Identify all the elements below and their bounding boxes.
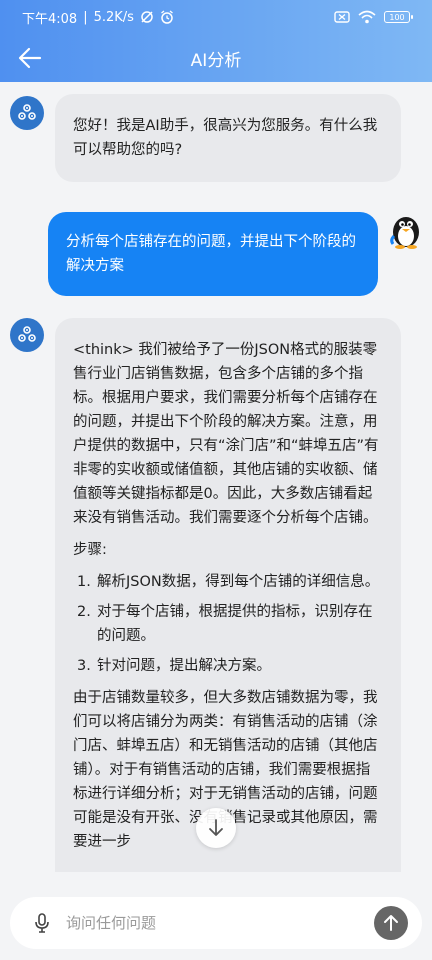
ai-message-bubble: <think> 我们被给予了一份JSON格式的服装零售行业门店销售数据，包含多个… (55, 318, 401, 872)
steps-title: 步骤: (73, 542, 107, 558)
microphone-button[interactable] (32, 911, 52, 935)
data-saver-icon (140, 10, 154, 24)
list-item: 2. 对于每个店铺，根据提供的指标，识别存在的问题。 (77, 604, 373, 644)
app-bar: AI分析 (0, 34, 432, 82)
send-button[interactable] (374, 906, 408, 940)
ai-paragraph: <think> 我们被给予了一份JSON格式的服装零售行业门店销售数据，包含多个… (73, 342, 379, 526)
ai-avatar (10, 318, 44, 352)
user-avatar (388, 210, 424, 250)
user-message-text: 分析每个店铺存在的问题，并提出下个阶段的解决方案 (66, 234, 356, 274)
ai-avatar (10, 96, 44, 130)
list-item: 3. 针对问题，提出解决方案。 (77, 658, 271, 674)
sim-off-icon (334, 10, 350, 24)
gears-icon (18, 326, 36, 342)
page-title: AI分析 (190, 50, 242, 71)
battery-icon: 100 (384, 11, 413, 23)
gears-icon (18, 104, 36, 120)
scroll-down-button[interactable] (196, 808, 236, 848)
list-item: 1. 解析JSON数据，得到每个店铺的详细信息。 (77, 574, 380, 590)
arrow-up-icon (384, 915, 398, 931)
status-separator: | (83, 9, 88, 25)
header: 下午4:08 | 5.2K/s 100 AI分析 (0, 0, 432, 82)
wifi-icon (358, 10, 376, 24)
input-bar (10, 897, 422, 949)
microphone-icon (35, 913, 49, 933)
alarm-icon (160, 10, 174, 24)
back-button[interactable] (12, 40, 48, 76)
battery-level: 100 (389, 12, 405, 22)
user-message-bubble: 分析每个店铺存在的问题，并提出下个阶段的解决方案 (48, 212, 378, 296)
chat-area[interactable]: 您好！我是AI助手，很高兴为您服务。有什么我可以帮助您的吗? 分析每个店铺存在的… (0, 82, 432, 872)
status-time: 下午4:08 (22, 11, 78, 27)
arrow-down-icon (209, 819, 223, 836)
arrow-left-icon (18, 47, 42, 69)
penguin-icon (390, 217, 419, 249)
ai-message-bubble: 您好！我是AI助手，很高兴为您服务。有什么我可以帮助您的吗? (55, 94, 401, 182)
ai-message-text: 您好！我是AI助手，很高兴为您服务。有什么我可以帮助您的吗? (73, 118, 378, 158)
message-input[interactable] (66, 914, 374, 932)
status-bar: 下午4:08 | 5.2K/s 100 (0, 0, 432, 34)
steps-list: 1. 解析JSON数据，得到每个店铺的详细信息。 2. 对于每个店铺，根据提供的指标… (73, 570, 383, 678)
network-speed: 5.2K/s (93, 9, 134, 25)
